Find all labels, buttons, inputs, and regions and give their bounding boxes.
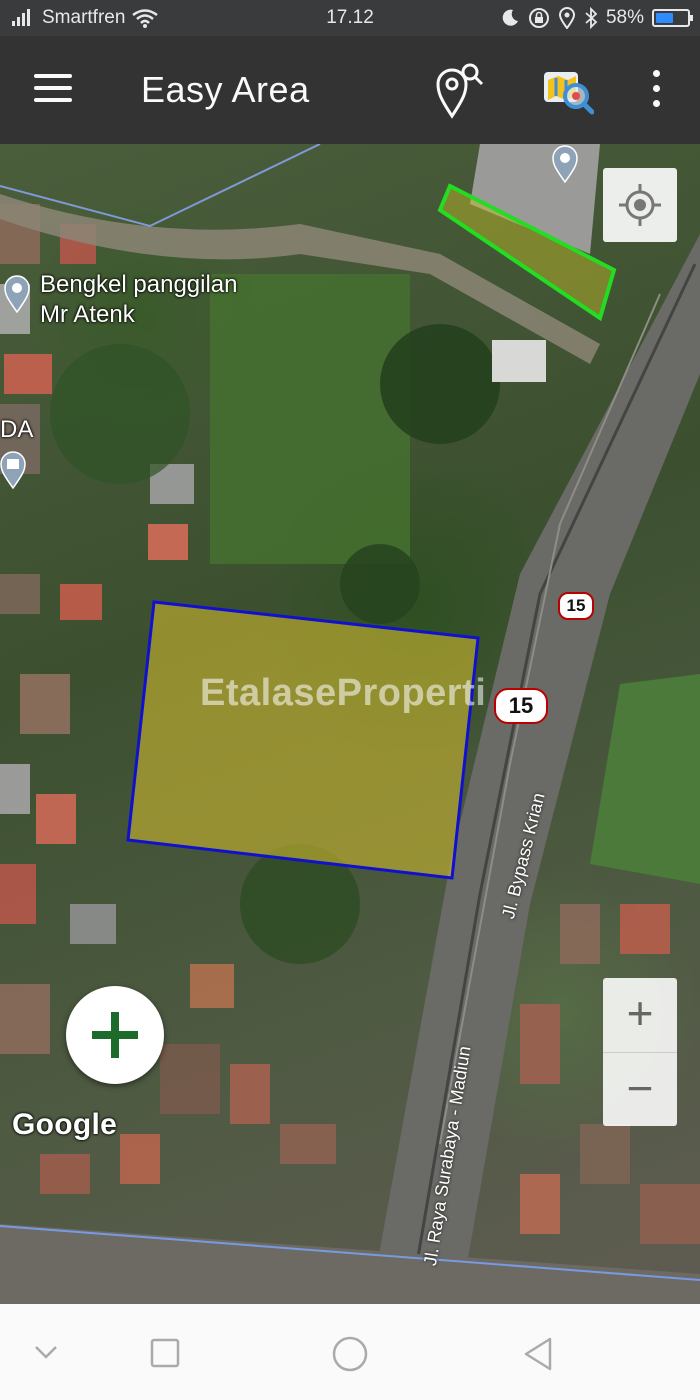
status-right: 58% [500, 7, 693, 29]
bluetooth-icon [585, 7, 598, 29]
recents-square-icon[interactable] [150, 1338, 180, 1368]
moon-icon [502, 9, 518, 26]
status-bar: Smartfren 17.12 58% [0, 0, 700, 36]
app-title: Easy Area [141, 69, 310, 110]
watermark: EtalaseProperti [200, 672, 487, 714]
zoom-out-button[interactable]: − [603, 1052, 677, 1127]
menu-icon[interactable] [34, 74, 74, 106]
location-search-icon[interactable] [432, 60, 488, 120]
crosshair-icon [619, 184, 661, 226]
system-nav-bar [0, 1304, 700, 1400]
add-area-button[interactable] [66, 986, 164, 1084]
battery-fill [656, 13, 674, 23]
my-location-button[interactable] [603, 168, 677, 242]
zoom-controls: + − [603, 978, 677, 1126]
selected-area-polygon [126, 600, 480, 880]
map-view[interactable]: Bengkel panggilan Mr Atenk DA EtalasePro… [0, 144, 700, 1304]
route-shield-2: 15 [494, 688, 548, 724]
map-search-icon[interactable] [542, 66, 595, 118]
poi-partial-label: DA [0, 416, 34, 443]
poi-marker-icon[interactable] [2, 274, 32, 314]
home-circle-icon[interactable] [332, 1336, 368, 1372]
back-triangle-icon[interactable] [522, 1336, 554, 1372]
back-chevron-icon[interactable] [34, 1344, 58, 1360]
more-vert-icon[interactable] [646, 70, 666, 110]
location-icon [558, 7, 575, 29]
poi-building-icon[interactable] [0, 450, 28, 490]
poi-pin-icon[interactable] [550, 144, 580, 184]
route-shield-1: 15 [558, 592, 594, 620]
battery-percent: 58% [605, 7, 644, 28]
google-attribution: Google [12, 1108, 118, 1141]
poi-label[interactable]: Bengkel panggilan Mr Atenk [40, 270, 238, 330]
zoom-in-button[interactable]: + [603, 978, 677, 1052]
app-bar: Easy Area [0, 36, 700, 144]
lock-rotation-icon [528, 8, 549, 28]
battery-icon [652, 9, 693, 27]
